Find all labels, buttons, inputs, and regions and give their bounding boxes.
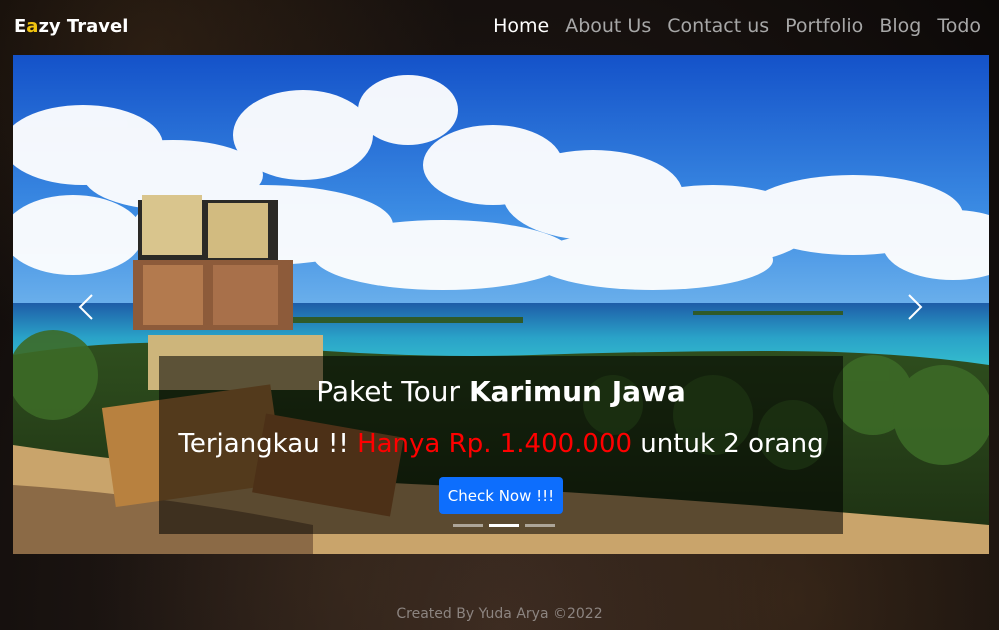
nav-portfolio[interactable]: Portfolio — [785, 15, 863, 37]
carousel-indicator-1[interactable] — [453, 524, 483, 527]
chevron-right-icon — [908, 294, 923, 320]
carousel-next-button[interactable] — [900, 287, 930, 327]
brand-accent-letter: a — [26, 15, 39, 37]
hero-carousel: Paket Tour Karimun Jawa Terjangkau !! Ha… — [13, 55, 989, 554]
caption-price: Hanya Rp. 1.400.000 — [357, 429, 633, 459]
carousel-prev-button[interactable] — [71, 287, 101, 327]
navbar: Eazy Travel Home About Us Contact us Por… — [0, 0, 999, 52]
brand-logo[interactable]: Eazy Travel — [14, 16, 128, 37]
caption-title: Paket Tour Karimun Jawa — [316, 375, 686, 408]
nav-blog[interactable]: Blog — [879, 15, 921, 37]
chevron-left-icon — [78, 294, 93, 320]
carousel-indicator-2[interactable] — [489, 524, 519, 527]
carousel-indicator-3[interactable] — [525, 524, 555, 527]
nav-about-us[interactable]: About Us — [565, 15, 651, 37]
nav-contact-us[interactable]: Contact us — [667, 15, 769, 37]
nav-home[interactable]: Home — [493, 15, 549, 37]
carousel-indicators — [450, 524, 558, 527]
caption-title-destination: Karimun Jawa — [468, 375, 686, 408]
nav-links: Home About Us Contact us Portfolio Blog … — [477, 15, 981, 37]
check-now-button[interactable]: Check Now !!! — [439, 477, 563, 514]
footer-credit: Created By Yuda Arya ©2022 — [396, 606, 603, 622]
nav-todo[interactable]: Todo — [937, 15, 981, 37]
caption-subtitle: Terjangkau !! Hanya Rp. 1.400.000 untuk … — [178, 429, 824, 459]
